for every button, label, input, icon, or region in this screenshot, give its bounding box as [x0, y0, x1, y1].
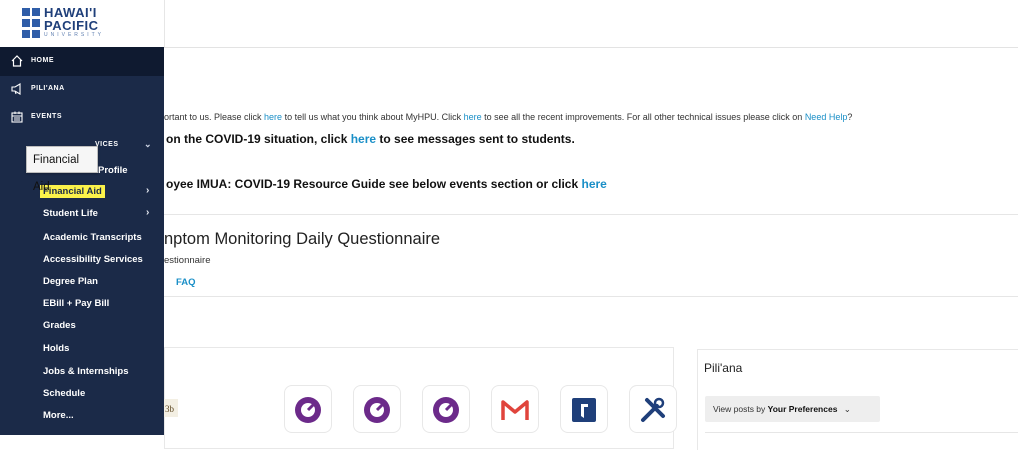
- app-tile[interactable]: [353, 385, 401, 433]
- preference-value: Your Preferences: [767, 404, 838, 414]
- gmail-icon: [501, 400, 529, 420]
- sidebar-item-label: EBill + Pay Bill: [43, 298, 110, 309]
- sidebar-item-label: EVENTS: [31, 113, 63, 120]
- sidebar-item-more[interactable]: More...: [0, 405, 164, 427]
- sidebar-item-label: Holds: [43, 343, 70, 354]
- timer-app-icon: [364, 397, 390, 423]
- financial-aid-tooltip: Financial Aid: [26, 146, 98, 193]
- tools-icon: [641, 397, 665, 422]
- sidebar-item-label: Profile: [98, 165, 128, 176]
- bookmark-app-icon: [572, 398, 596, 422]
- improvements-link[interactable]: here: [464, 112, 482, 122]
- faq-link[interactable]: FAQ: [176, 277, 196, 288]
- megaphone-icon: [11, 83, 21, 95]
- svg-text:3b: 3b: [165, 404, 175, 414]
- main-content: ortant to us. Please click here to tell …: [164, 47, 1018, 450]
- sidebar-item-ebill[interactable]: EBill + Pay Bill: [0, 293, 164, 315]
- sidebar-item-label: VICES: [95, 141, 119, 148]
- sidebar-item-label: More...: [43, 410, 74, 421]
- partial-app-icon[interactable]: 3b: [164, 385, 184, 431]
- sidebar-item-student-life[interactable]: Student Life ›: [0, 203, 164, 225]
- app-tile[interactable]: [284, 385, 332, 433]
- sidebar-item-label: Student Life: [43, 208, 98, 219]
- sidebar-item-jobs-internships[interactable]: Jobs & Internships: [0, 361, 164, 383]
- announcement-text: on the COVID-19 situation, click: [166, 132, 351, 146]
- view-posts-label: View posts by: [713, 404, 768, 414]
- piliana-title: Pili'ana: [704, 361, 743, 375]
- covid-messages-link[interactable]: here: [351, 132, 376, 146]
- logo-wordmark: HAWAI'I PACIFIC UNIVERSITY: [44, 6, 104, 38]
- sidebar-item-label: Grades: [43, 320, 76, 331]
- sidebar-item-degree-plan[interactable]: Degree Plan: [0, 271, 164, 293]
- sidebar-item-piliana[interactable]: PILI'ANA: [0, 75, 164, 104]
- feedback-link[interactable]: here: [264, 112, 282, 122]
- chevron-right-icon: ›: [146, 207, 150, 218]
- sidebar: HOME PILI'ANA EVENTS VICES ⌄ Profile Fin…: [0, 47, 164, 435]
- sidebar-item-holds[interactable]: Holds: [0, 338, 164, 360]
- sidebar-item-schedule[interactable]: Schedule: [0, 383, 164, 405]
- announcement-text: oyee IMUA: COVID-19 Resource Guide see b…: [166, 177, 582, 191]
- announcement-text: ?: [847, 112, 853, 122]
- resource-guide-announcement: oyee IMUA: COVID-19 Resource Guide see b…: [166, 177, 607, 191]
- covid-announcement: on the COVID-19 situation, click here to…: [166, 132, 575, 146]
- need-help-link[interactable]: Need Help: [805, 112, 848, 122]
- sidebar-item-accessibility-services[interactable]: Accessibility Services: [0, 249, 164, 271]
- home-icon: [11, 55, 23, 67]
- sidebar-item-home[interactable]: HOME: [0, 47, 164, 76]
- chevron-down-icon: ⌄: [143, 139, 152, 149]
- sidebar-item-academic-transcripts[interactable]: Academic Transcripts: [0, 227, 164, 249]
- logo-mark-icon: [22, 8, 40, 38]
- announcement-text: to tell us what you think about MyHPU. C…: [282, 112, 464, 122]
- app-tile[interactable]: [422, 385, 470, 433]
- sidebar-item-label: Schedule: [43, 388, 86, 399]
- sidebar-item-label: PILI'ANA: [31, 85, 65, 92]
- divider: [164, 296, 1018, 297]
- university-logo[interactable]: HAWAI'I PACIFIC UNIVERSITY: [0, 0, 165, 47]
- resource-guide-link[interactable]: here: [581, 177, 606, 191]
- calendar-icon: [11, 111, 23, 123]
- feedback-announcement: ortant to us. Please click here to tell …: [164, 112, 852, 122]
- sidebar-item-events[interactable]: EVENTS: [0, 103, 164, 132]
- sidebar-item-label: Accessibility Services: [43, 254, 143, 265]
- app-tile[interactable]: [629, 385, 677, 433]
- sidebar-item-label: Jobs & Internships: [43, 366, 129, 377]
- questionnaire-link[interactable]: estionnaire: [164, 255, 210, 266]
- app-tile[interactable]: [560, 385, 608, 433]
- chevron-down-icon: ⌄: [843, 404, 851, 414]
- divider: [164, 214, 1018, 215]
- sidebar-item-label: HOME: [31, 57, 54, 64]
- logo-line-3: UNIVERSITY: [44, 32, 105, 38]
- sidebar-item-label: Financial Aid: [40, 185, 105, 198]
- logo-line-2: PACIFIC: [44, 18, 99, 33]
- announcement-text: to see all the recent improvements. For …: [481, 112, 805, 122]
- sidebar-item-label: Degree Plan: [43, 276, 98, 287]
- timer-app-icon: [295, 397, 321, 423]
- announcement-text: to see messages sent to students.: [376, 132, 575, 146]
- sidebar-item-financial-aid[interactable]: Financial Aid ›: [0, 181, 164, 203]
- divider: [705, 432, 1018, 433]
- sidebar-item-label: Academic Transcripts: [43, 232, 142, 243]
- app-tile[interactable]: [491, 385, 539, 433]
- questionnaire-title: nptom Monitoring Daily Questionnaire: [164, 230, 441, 248]
- sidebar-item-grades[interactable]: Grades: [0, 315, 164, 337]
- announcement-text: ortant to us. Please click: [164, 112, 265, 122]
- view-posts-dropdown[interactable]: View posts by Your Preferences ⌄: [705, 396, 880, 422]
- chevron-right-icon: ›: [146, 185, 150, 196]
- timer-app-icon: [433, 397, 459, 423]
